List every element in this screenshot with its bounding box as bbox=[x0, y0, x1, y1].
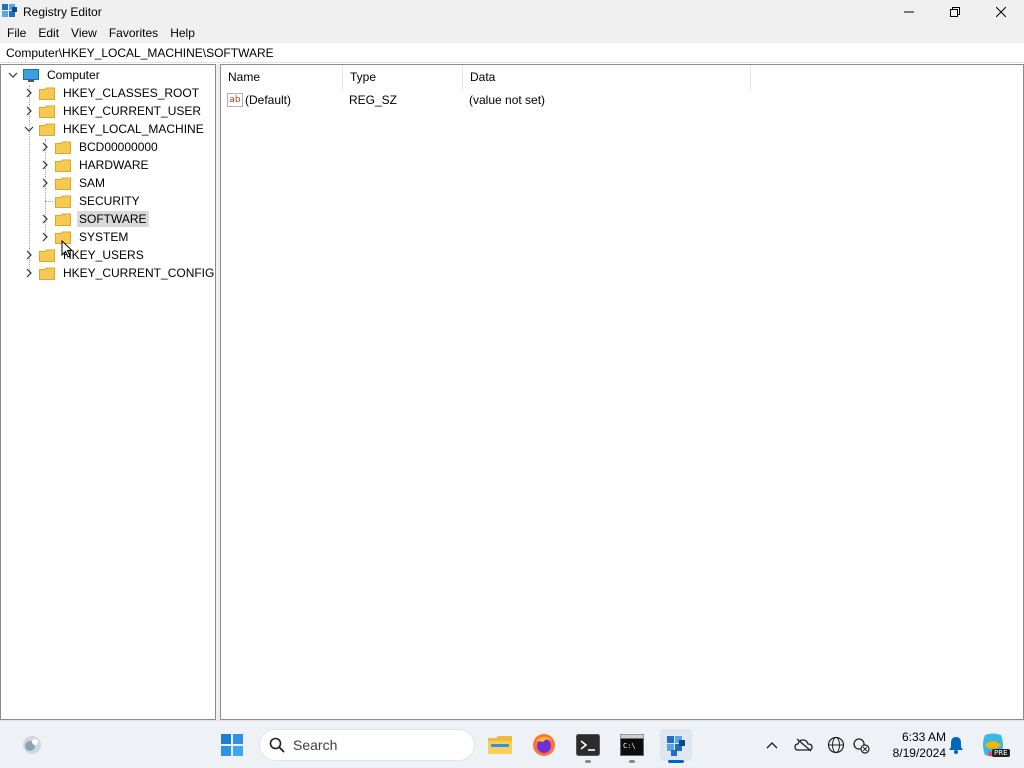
chevron-down-icon[interactable] bbox=[23, 123, 35, 135]
menu-edit[interactable]: Edit bbox=[32, 23, 65, 43]
chevron-right-icon[interactable] bbox=[39, 141, 51, 153]
tree-label: BCD00000000 bbox=[79, 140, 158, 154]
folder-icon bbox=[55, 213, 71, 226]
address-bar[interactable]: Computer\HKEY_LOCAL_MACHINE\SOFTWARE bbox=[0, 43, 1024, 63]
close-button[interactable] bbox=[978, 0, 1024, 23]
string-value-icon: ab bbox=[227, 93, 243, 107]
clock-time: 6:33 AM bbox=[901, 730, 946, 744]
tree-item-hkey-local-machine[interactable]: HKEY_LOCAL_MACHINE bbox=[23, 120, 206, 138]
chevron-right-icon[interactable] bbox=[23, 249, 35, 261]
firefox-icon[interactable] bbox=[528, 729, 560, 761]
tree-label: Computer bbox=[47, 68, 100, 82]
tree-item-hardware[interactable]: HARDWARE bbox=[39, 156, 151, 174]
copilot-badge: PRE bbox=[992, 749, 1010, 757]
chevron-right-icon[interactable] bbox=[23, 105, 35, 117]
security-icon[interactable] bbox=[851, 735, 871, 755]
folder-icon bbox=[55, 141, 71, 154]
tree-label: SAM bbox=[79, 176, 106, 190]
value-name: (Default) bbox=[245, 93, 292, 107]
widgets-icon[interactable] bbox=[16, 729, 48, 761]
folder-icon bbox=[55, 177, 71, 190]
tree-label: SECURITY bbox=[79, 194, 140, 208]
list-header: Name Type Data bbox=[221, 65, 751, 90]
folder-icon bbox=[55, 195, 71, 208]
column-header-data[interactable]: Data bbox=[463, 65, 751, 90]
taskbar: Search C:\ 6:33 AM 8/19/2024 PRE bbox=[0, 720, 1024, 768]
minimize-button[interactable] bbox=[886, 0, 932, 23]
folder-icon bbox=[55, 159, 71, 172]
chevron-right-icon[interactable] bbox=[39, 177, 51, 189]
mouse-cursor-icon bbox=[61, 240, 73, 258]
window-title: Registry Editor bbox=[23, 4, 102, 19]
computer-icon bbox=[23, 68, 39, 82]
folder-open-icon bbox=[39, 123, 55, 136]
tree-item-bcd00000000[interactable]: BCD00000000 bbox=[39, 138, 160, 156]
search-placeholder: Search bbox=[293, 737, 338, 753]
column-header-name[interactable]: Name bbox=[221, 65, 343, 90]
tree-label: HKEY_USERS bbox=[63, 248, 144, 262]
tree-label: HKEY_CURRENT_USER bbox=[63, 104, 202, 118]
search-icon bbox=[269, 737, 285, 753]
folder-icon bbox=[39, 267, 55, 280]
value-row[interactable]: ab (Default) REG_SZ (value not set) bbox=[221, 91, 751, 109]
value-type: REG_SZ bbox=[349, 93, 398, 107]
chevron-right-icon[interactable] bbox=[39, 159, 51, 171]
tree-label: SYSTEM bbox=[79, 230, 129, 244]
value-list: Name Type Data ab (Default) REG_SZ (valu… bbox=[220, 64, 1024, 720]
chevron-right-icon[interactable] bbox=[23, 267, 35, 279]
tree-item-hkey-classes-root[interactable]: HKEY_CLASSES_ROOT bbox=[23, 84, 201, 102]
chevron-right-icon[interactable] bbox=[23, 87, 35, 99]
chevron-right-icon[interactable] bbox=[39, 213, 51, 225]
svg-text:C:\: C:\ bbox=[623, 742, 636, 750]
tree-label: HKEY_CLASSES_ROOT bbox=[63, 86, 200, 100]
notification-icon[interactable] bbox=[946, 735, 966, 755]
chevron-down-icon[interactable] bbox=[7, 69, 19, 81]
tree-item-hkey-users[interactable]: HKEY_USERS bbox=[23, 246, 146, 264]
title-bar: Registry Editor bbox=[0, 0, 1024, 23]
terminal-icon[interactable] bbox=[572, 729, 604, 761]
folder-icon bbox=[39, 105, 55, 118]
menu-view[interactable]: View bbox=[65, 23, 103, 43]
command-prompt-icon[interactable]: C:\ bbox=[616, 729, 648, 761]
taskbar-search[interactable]: Search bbox=[259, 729, 475, 761]
registry-editor-taskbar-icon[interactable] bbox=[660, 729, 692, 761]
tree-item-sam[interactable]: SAM bbox=[39, 174, 107, 192]
tree-label-selected: SOFTWARE bbox=[77, 211, 149, 227]
column-header-type[interactable]: Type bbox=[343, 65, 463, 90]
network-icon[interactable] bbox=[826, 735, 846, 755]
restore-icon bbox=[950, 6, 960, 17]
tree-item-hkey-current-config[interactable]: HKEY_CURRENT_CONFIG bbox=[23, 264, 215, 282]
tree-label: HKEY_LOCAL_MACHINE bbox=[63, 122, 204, 136]
start-icon[interactable] bbox=[216, 729, 248, 761]
chevron-right-icon[interactable] bbox=[39, 231, 51, 243]
tree-item-computer[interactable]: Computer bbox=[7, 66, 102, 84]
value-data: (value not set) bbox=[469, 93, 546, 107]
close-icon bbox=[996, 6, 1006, 17]
minimize-icon bbox=[904, 11, 914, 12]
registry-editor-icon bbox=[2, 3, 18, 20]
copilot-icon[interactable]: PRE bbox=[980, 731, 1010, 759]
tree-item-security[interactable]: SECURITY bbox=[39, 192, 142, 210]
menu-bar: File Edit View Favorites Help bbox=[0, 23, 1024, 43]
restore-button[interactable] bbox=[932, 0, 978, 23]
onedrive-icon[interactable] bbox=[794, 735, 814, 755]
menu-help[interactable]: Help bbox=[164, 23, 201, 43]
clock-date: 8/19/2024 bbox=[892, 746, 946, 760]
folder-icon bbox=[39, 249, 55, 262]
tree-item-system[interactable]: SYSTEM bbox=[39, 228, 130, 246]
file-explorer-icon[interactable] bbox=[484, 729, 516, 761]
key-tree: Computer HKEY_CLASSES_ROOT HKEY_CURRENT_… bbox=[0, 64, 216, 720]
tree-label: HARDWARE bbox=[79, 158, 149, 172]
system-clock[interactable]: 6:33 AM 8/19/2024 bbox=[878, 729, 946, 761]
chevron-up-icon[interactable] bbox=[762, 735, 782, 755]
tree-label: HKEY_CURRENT_CONFIG bbox=[63, 266, 215, 280]
tree-item-software[interactable]: SOFTWARE bbox=[39, 210, 149, 228]
menu-favorites[interactable]: Favorites bbox=[103, 23, 164, 43]
menu-file[interactable]: File bbox=[1, 23, 32, 43]
tree-item-hkey-current-user[interactable]: HKEY_CURRENT_USER bbox=[23, 102, 203, 120]
folder-icon bbox=[39, 87, 55, 100]
